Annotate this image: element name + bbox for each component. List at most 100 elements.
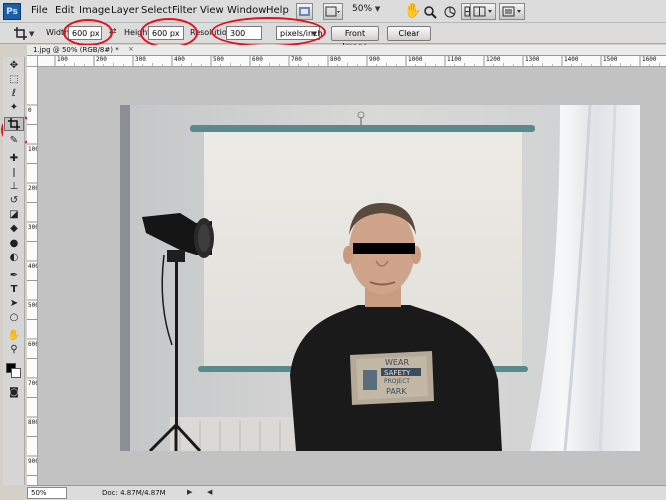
lasso-tool-icon[interactable]: ℓ: [4, 88, 24, 100]
ruler-label: 200: [96, 56, 107, 63]
arrange-documents-icon[interactable]: [470, 3, 496, 20]
eraser-icon[interactable]: ◪: [4, 209, 24, 221]
quick-mask-icon[interactable]: ◙: [4, 387, 24, 399]
menu-file[interactable]: File: [31, 4, 48, 18]
marquee-tool-icon[interactable]: ⬚: [4, 74, 24, 86]
ps-logo-icon: Ps: [3, 3, 21, 20]
resolution-input[interactable]: 300: [226, 26, 262, 40]
ruler-label: 800: [330, 56, 341, 63]
ruler-label: 300: [28, 224, 37, 231]
ruler-label: 700: [28, 380, 37, 387]
ruler-label: 900: [28, 458, 37, 465]
screen-mode-icon[interactable]: [499, 3, 525, 20]
ruler-label: 1600: [642, 56, 657, 63]
type-icon[interactable]: T: [4, 284, 24, 296]
brush-icon[interactable]: ǀ: [4, 167, 24, 179]
ruler-label: 500: [213, 56, 224, 63]
status-bar: 50% Doc: 4.87M/4.87M ▶ ◀: [27, 485, 666, 500]
clear-button[interactable]: Clear: [387, 26, 431, 41]
document-tab[interactable]: 1.jpg @ 50% (RGB/8#) * ×: [27, 45, 666, 56]
clone-stamp-icon[interactable]: ⊥: [4, 181, 24, 193]
shirt-text-3: PARK: [386, 387, 407, 396]
document-size: Doc: 4.87M/4.87M: [102, 489, 166, 497]
ruler-label: 1300: [525, 56, 540, 63]
ruler-horizontal: 100 200 300 400 500 600 700 800 900 1000…: [38, 56, 666, 67]
ruler-label: 1400: [564, 56, 579, 63]
dodge-icon[interactable]: ◐: [4, 252, 24, 264]
ruler-label: 600: [252, 56, 263, 63]
ruler-label: 1200: [486, 56, 501, 63]
pen-icon[interactable]: ✒: [4, 270, 24, 282]
ruler-label: 900: [369, 56, 380, 63]
resolution-unit-select[interactable]: pixels/inch ▼: [276, 26, 323, 40]
eyedropper-icon[interactable]: ✎: [4, 135, 24, 147]
bridge-icon[interactable]: [296, 3, 313, 20]
ruler-label: 400: [28, 263, 37, 270]
chevron-down-icon: ▼: [374, 5, 381, 13]
zoom-level-dropdown[interactable]: 50% ▼: [352, 4, 380, 14]
ruler-vertical: 0 100 200 300 400 500 600 700 800 900: [27, 67, 38, 485]
quick-select-icon[interactable]: ✦: [4, 102, 24, 114]
zoom-icon[interactable]: ⚲: [4, 344, 24, 356]
photo-content: WEAR SAFETY PROJECT PARK: [120, 105, 640, 451]
shirt-text-1: SAFETY: [384, 369, 411, 377]
menu-window[interactable]: Window: [227, 4, 266, 18]
canvas-area[interactable]: WEAR SAFETY PROJECT PARK: [38, 67, 666, 485]
scroll-left-icon[interactable]: ◀: [207, 488, 212, 496]
menu-help[interactable]: Help: [266, 4, 289, 18]
ruler-label: 100: [28, 146, 37, 153]
ruler-label: 400: [174, 56, 185, 63]
view-extras-icon[interactable]: [323, 3, 343, 20]
blur-icon[interactable]: ●: [4, 238, 24, 250]
ruler-label: 100: [57, 56, 68, 63]
shirt-text-0: WEAR: [385, 358, 409, 367]
photoshop-window: Ps File Edit Image Layer Select Filter V…: [0, 0, 666, 500]
zoom-tool-icon[interactable]: [423, 5, 437, 19]
ruler-origin[interactable]: [27, 56, 38, 67]
toolbox: ✥ ⬚ ℓ ✦ ✎ ✚ ǀ ⊥ ↺ ◪ ◆ ● ◐ ✒ T ➤ ○ ✋ ⚲ ◙: [3, 57, 25, 485]
menu-filter[interactable]: Filter: [172, 4, 197, 18]
status-menu-arrow-icon[interactable]: ▶: [187, 488, 192, 496]
rotate-view-icon[interactable]: [443, 5, 457, 19]
ruler-label: 300: [135, 56, 146, 63]
close-icon[interactable]: ×: [128, 45, 134, 53]
ruler-label: 500: [28, 302, 37, 309]
status-zoom-value: 50%: [31, 489, 47, 497]
shirt-text-2: PROJECT: [384, 378, 410, 385]
ruler-label: 1500: [603, 56, 618, 63]
healing-brush-icon[interactable]: ✚: [4, 153, 24, 165]
ruler-label: 1100: [447, 56, 462, 63]
menu-layer[interactable]: Layer: [111, 4, 139, 18]
unit-chevron-icon: ▼: [311, 30, 317, 38]
paint-bucket-icon[interactable]: ◆: [4, 223, 24, 235]
ruler-label: 1000: [408, 56, 423, 63]
crop-tool-preset-icon[interactable]: [13, 26, 28, 41]
menu-view[interactable]: View: [200, 4, 224, 18]
crop-tool-icon[interactable]: [4, 117, 24, 131]
status-zoom-field[interactable]: 50%: [27, 487, 67, 499]
background-color-swatch[interactable]: [11, 368, 21, 378]
menu-bar: Ps File Edit Image Layer Select Filter V…: [0, 0, 666, 23]
ruler-label: 200: [28, 185, 37, 192]
move-tool-icon[interactable]: ✥: [4, 60, 24, 72]
ruler-label: 700: [291, 56, 302, 63]
front-image-button[interactable]: Front Image: [331, 26, 379, 51]
ruler-label: 800: [28, 419, 37, 426]
ruler-label: 0: [28, 107, 32, 114]
shape-icon[interactable]: ○: [4, 312, 24, 324]
options-bar: ▼ Width: 600 px ⇄ Height: 600 px Resolut…: [0, 23, 666, 51]
document-title: 1.jpg @ 50% (RGB/8#) *: [33, 46, 119, 54]
hand-tool-icon[interactable]: ✋: [404, 2, 421, 20]
history-brush-icon[interactable]: ↺: [4, 195, 24, 207]
menu-edit[interactable]: Edit: [55, 4, 74, 18]
zoom-value: 50%: [352, 4, 373, 14]
document-photo[interactable]: WEAR SAFETY PROJECT PARK: [120, 105, 640, 451]
path-select-icon[interactable]: ➤: [4, 298, 24, 310]
preset-chevron-icon[interactable]: ▼: [29, 30, 34, 38]
menu-select[interactable]: Select: [141, 4, 172, 18]
swap-dimensions-icon[interactable]: ⇄: [109, 27, 117, 37]
menu-image[interactable]: Image: [79, 4, 110, 18]
height-input[interactable]: 600 px: [148, 26, 184, 40]
hand-icon[interactable]: ✋: [4, 330, 24, 342]
width-input[interactable]: 600 px: [68, 26, 102, 40]
